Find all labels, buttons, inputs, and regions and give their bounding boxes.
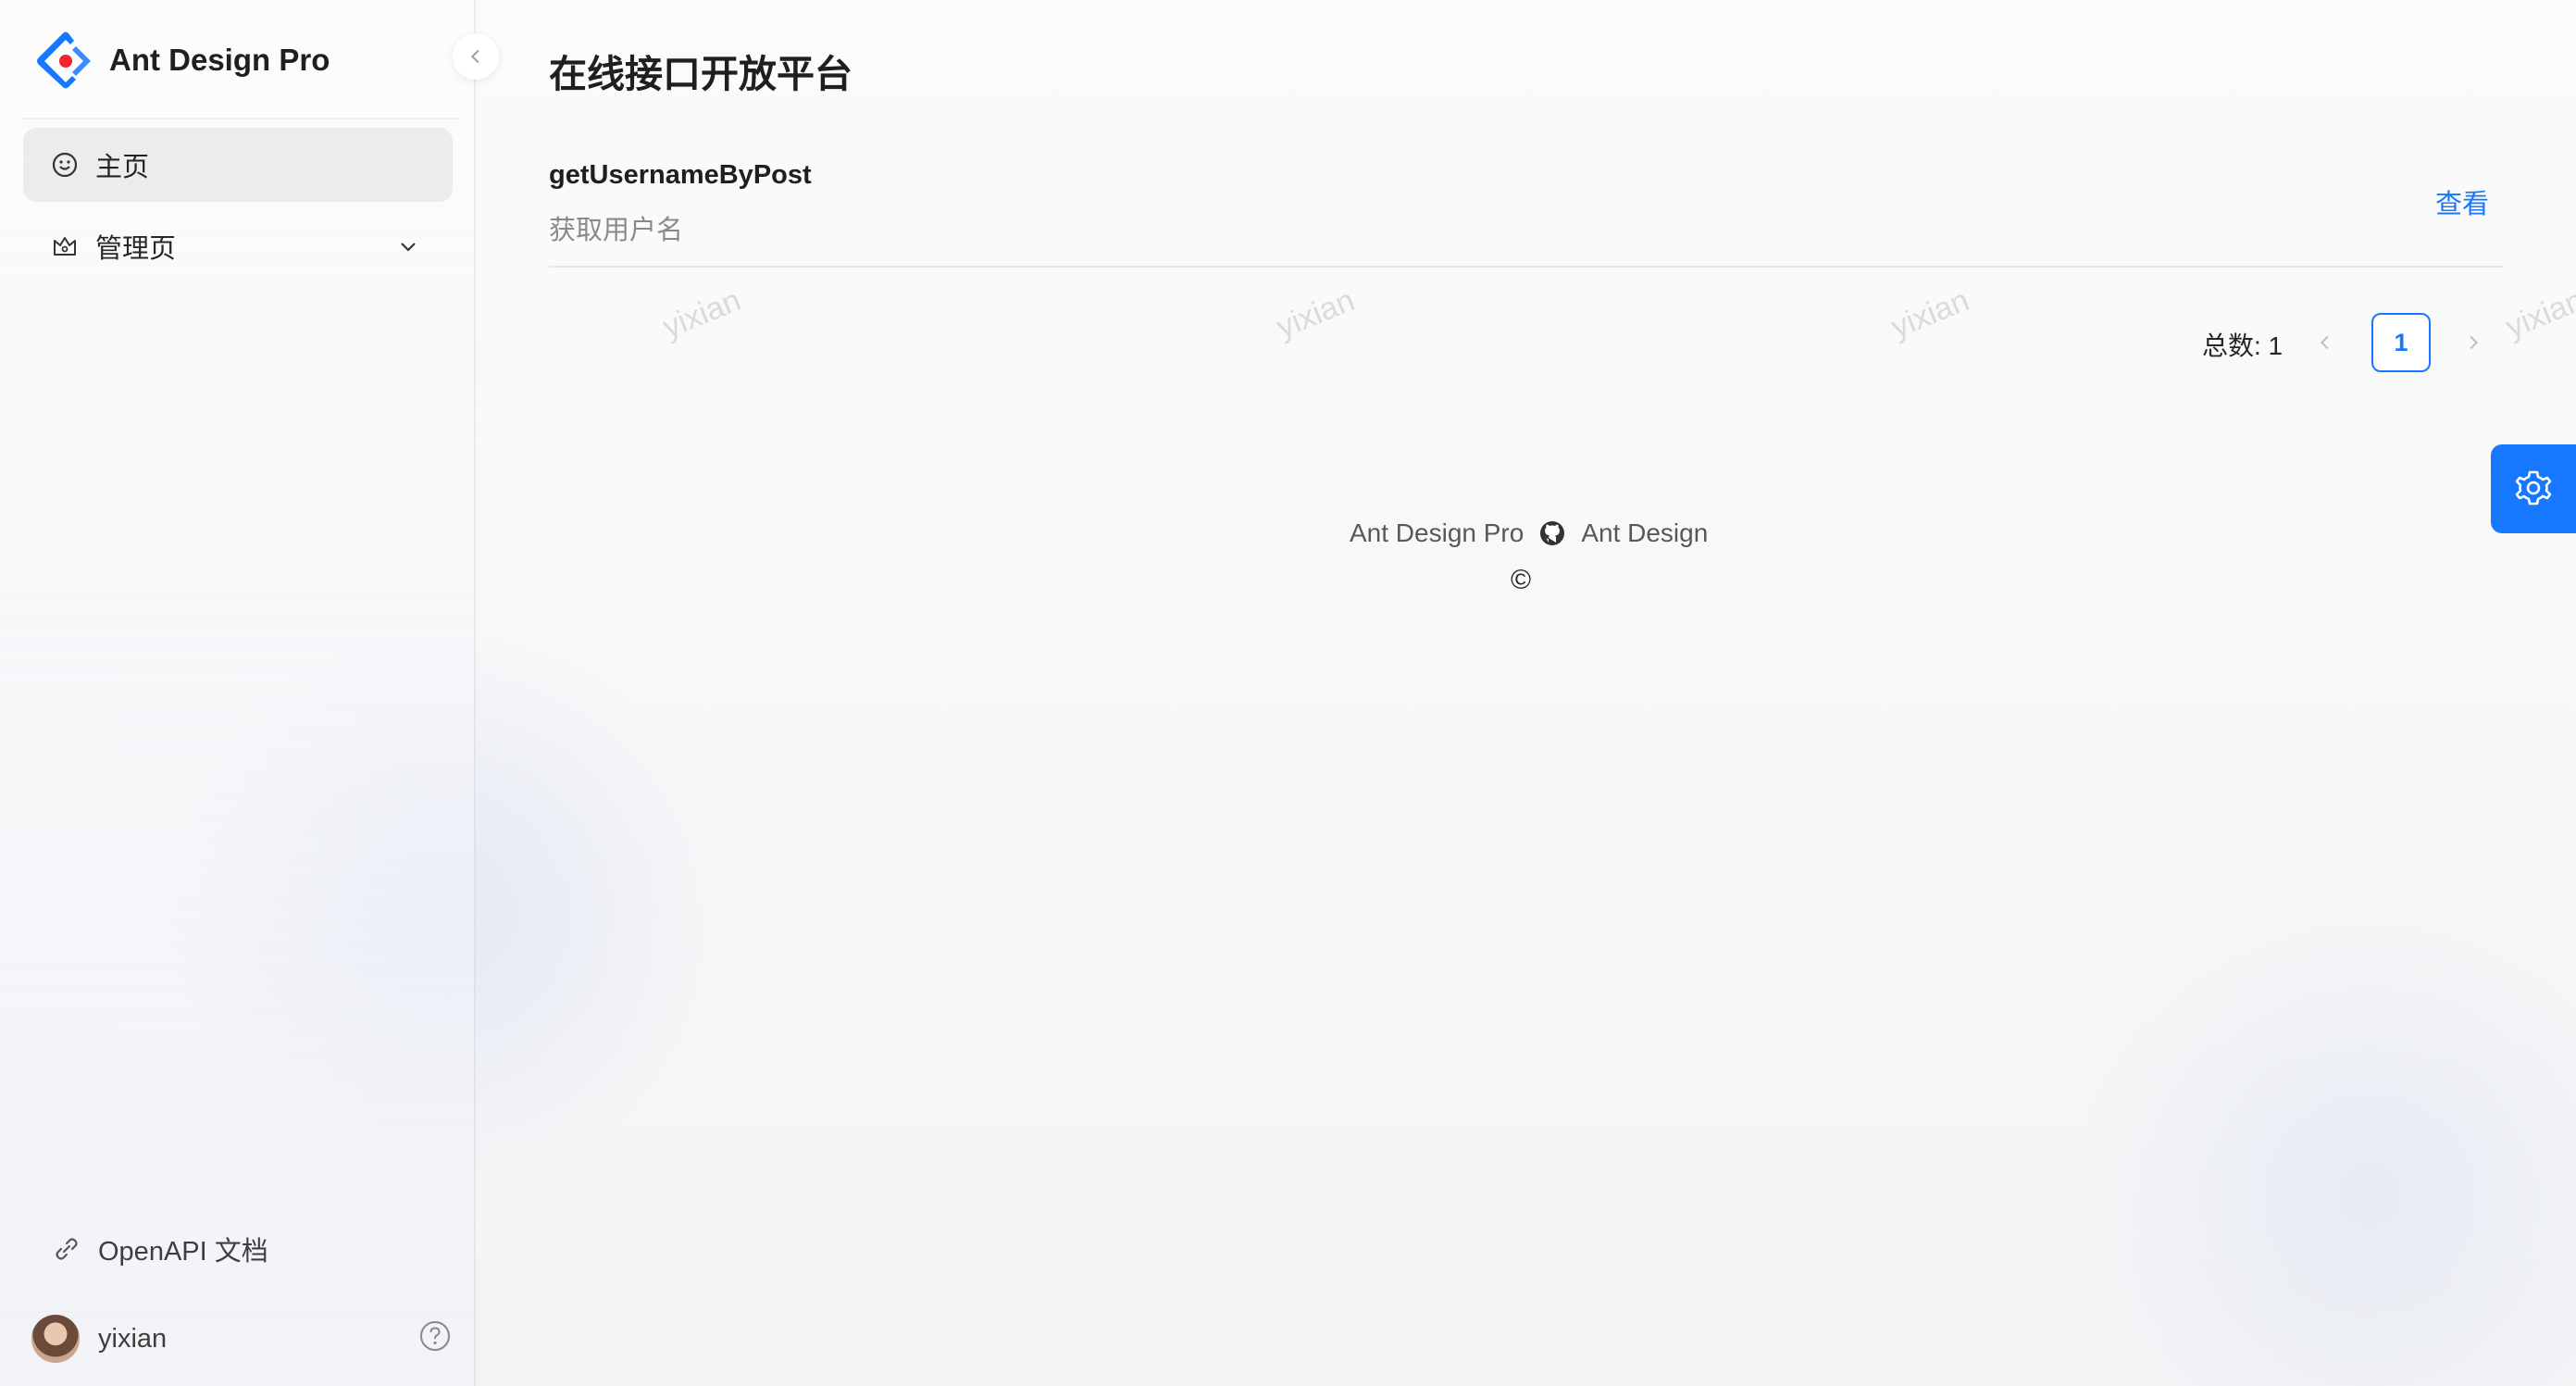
sidebar: Ant Design Pro 主页 管理页 OpenAPI 文档 yixian bbox=[0, 0, 499, 1386]
user-menu[interactable]: yixian bbox=[31, 1315, 167, 1363]
footer-links: Ant Design Pro Ant Design bbox=[1350, 518, 1708, 548]
collapse-sidebar-button[interactable] bbox=[453, 33, 499, 80]
openapi-docs-link[interactable]: OpenAPI 文档 bbox=[54, 1230, 268, 1268]
app-title: Ant Design Pro bbox=[109, 43, 330, 77]
pagination-page-1[interactable]: 1 bbox=[2371, 313, 2431, 372]
view-link[interactable]: 查看 bbox=[2435, 182, 2489, 221]
chevron-down-icon bbox=[401, 243, 416, 252]
sidebar-item-label: 管理页 bbox=[95, 234, 177, 264]
sidebar-item-label: 主页 bbox=[95, 153, 150, 182]
github-icon[interactable] bbox=[1538, 519, 1566, 547]
footer-link-ant-design[interactable]: Ant Design bbox=[1581, 518, 1708, 548]
sidebar-item-home[interactable]: 主页 bbox=[23, 128, 453, 202]
logo[interactable]: Ant Design Pro bbox=[35, 28, 330, 93]
page-title: 在线接口开放平台 bbox=[549, 53, 852, 95]
openapi-label: OpenAPI 文档 bbox=[98, 1237, 268, 1267]
api-name[interactable]: getUsernameByPost bbox=[549, 160, 812, 191]
list-item: getUsernameByPost 获取用户名 查看 bbox=[549, 153, 2504, 268]
chevron-right-icon bbox=[2470, 335, 2478, 350]
user-name: yixian bbox=[98, 1323, 168, 1354]
chevron-left-icon bbox=[2321, 335, 2329, 350]
smile-icon bbox=[51, 151, 79, 179]
pagination-total: 总数: 1 bbox=[2202, 331, 2284, 360]
pagination-prev-button[interactable] bbox=[2303, 320, 2347, 365]
link-icon bbox=[56, 1238, 78, 1260]
copyright-text: © bbox=[1511, 565, 1532, 595]
settings-drawer-button[interactable] bbox=[2491, 444, 2576, 533]
sidebar-item-admin[interactable]: 管理页 bbox=[23, 209, 453, 283]
gear-icon bbox=[2515, 470, 2552, 506]
ant-design-logo-icon bbox=[37, 31, 91, 89]
footer-link-ant-design-pro[interactable]: Ant Design Pro bbox=[1350, 518, 1524, 548]
crown-icon bbox=[51, 232, 79, 260]
avatar bbox=[31, 1315, 80, 1363]
chevron-left-icon bbox=[471, 49, 479, 64]
pagination: 总数: 1 1 bbox=[0, 313, 2576, 372]
pagination-next-button[interactable] bbox=[2451, 320, 2495, 365]
api-description: 获取用户名 bbox=[549, 216, 684, 245]
question-circle-icon[interactable] bbox=[418, 1319, 452, 1353]
sidebar-divider bbox=[20, 118, 459, 119]
